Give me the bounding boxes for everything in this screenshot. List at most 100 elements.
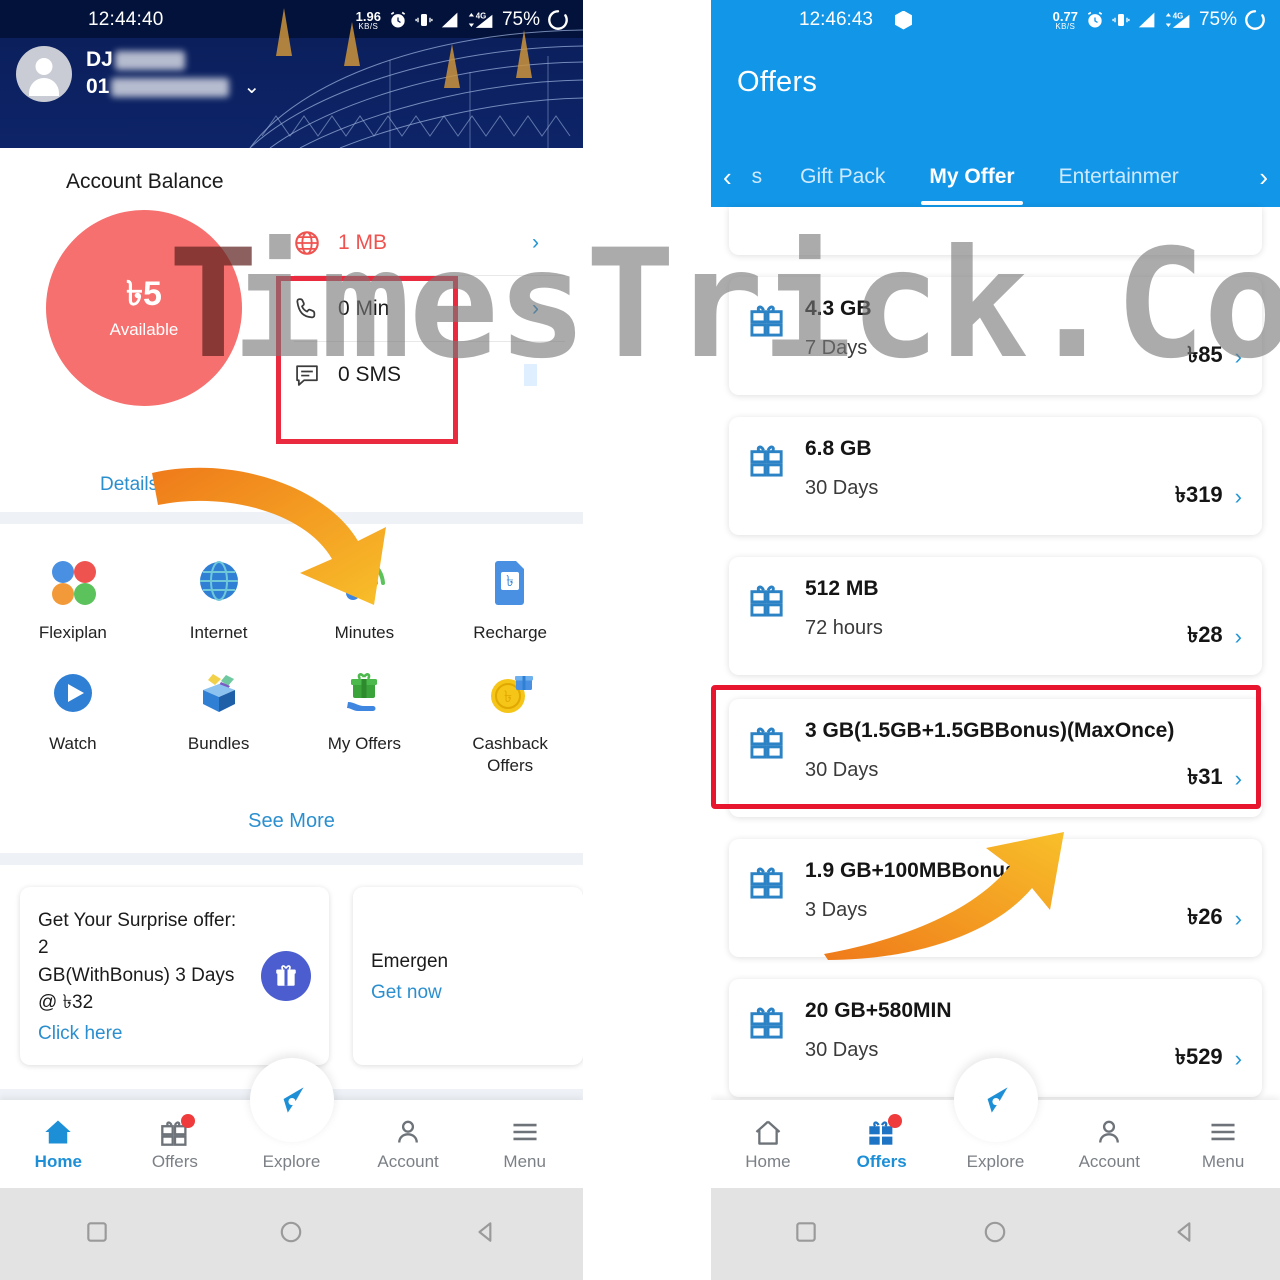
globe-blue-icon	[190, 554, 248, 612]
shortcut-grid: Flexiplan Internet Minutes ৳ Recharge Wa…	[0, 276, 583, 796]
shortcut-my-offers[interactable]: My Offers	[292, 657, 438, 790]
account-name-row: DJ	[86, 47, 260, 74]
back-triangle-icon[interactable]	[1172, 1219, 1198, 1250]
battery-circle-icon	[1245, 10, 1265, 30]
nav-item-offers[interactable]: Offers	[117, 1113, 234, 1172]
usage-row-data[interactable]: 1 MB ›	[290, 210, 565, 275]
balance-section-title: Account Balance	[66, 170, 224, 193]
offer-card[interactable]: 6.8 GB 30 Days ৳319 ›	[729, 417, 1262, 535]
tab-prev-arrow[interactable]: ‹	[711, 162, 744, 193]
nav-item-account[interactable]: Account	[350, 1117, 467, 1172]
square-icon[interactable]	[793, 1219, 819, 1250]
offer-card[interactable]: 4.3 GB 7 Days ৳85 ›	[729, 277, 1262, 395]
gift-grid-icon	[749, 863, 789, 904]
circle-icon[interactable]	[278, 1219, 304, 1250]
status-time: 12:46:43	[799, 9, 873, 30]
offer-price-group: ৳319 ›	[1175, 478, 1242, 515]
shortcut-cashback-offers[interactable]: ৳ Cashback Offers	[437, 657, 583, 790]
offer-card[interactable]: 512 MB 72 hours ৳28 ›	[729, 557, 1262, 675]
network-speed-indicator: 1.96 KB/S	[355, 8, 381, 31]
shortcut-watch[interactable]: Watch	[0, 657, 146, 790]
shortcut-label: Internet	[189, 623, 248, 642]
section-divider	[0, 512, 583, 524]
account-number: 01	[86, 75, 110, 98]
chevron-right-icon[interactable]: ›	[532, 231, 539, 255]
offer-title: 4.3 GB	[805, 297, 872, 320]
account-text: DJ 01 ⌄	[86, 47, 260, 101]
offer-price-group: ৳26 ›	[1187, 900, 1242, 937]
chevron-right-icon[interactable]: ›	[1235, 1046, 1242, 1072]
hamburger-icon	[1208, 1117, 1238, 1147]
gift-grid-icon	[160, 1113, 195, 1147]
shortcut-minutes[interactable]: Minutes	[292, 546, 438, 657]
nav-item-menu[interactable]: Menu	[466, 1117, 583, 1172]
shortcut-internet[interactable]: Internet	[146, 546, 292, 657]
hamburger-icon	[510, 1117, 540, 1147]
offer-text: 4.3 GB 7 Days	[805, 297, 1244, 360]
offer-price-group: ৳529 ›	[1175, 1040, 1242, 1077]
nav-label: Offers	[151, 1151, 198, 1171]
balance-details-link[interactable]: Details ›	[0, 464, 583, 496]
shortcut-label: Cashback Offers	[472, 734, 548, 775]
tab-next-arrow[interactable]: ›	[1247, 162, 1280, 193]
explore-fab[interactable]	[953, 1058, 1038, 1142]
offer-card-partial-top[interactable]	[729, 207, 1262, 255]
chevron-right-icon[interactable]: ›	[1235, 344, 1242, 370]
compass-icon	[987, 1087, 1008, 1113]
offer-card[interactable]: 1.9 GB+100MBBonus 3 Days ৳26 ›	[729, 839, 1262, 957]
left-system-nav	[0, 1188, 583, 1280]
offer-price: ৳28	[1187, 622, 1223, 647]
tab-my-offer[interactable]: My Offer	[921, 165, 1023, 205]
shortcut-flexiplan[interactable]: Flexiplan	[0, 546, 146, 657]
shortcut-label: Bundles	[187, 734, 250, 754]
tab-entertainment[interactable]: Entertainmer	[1051, 165, 1187, 189]
chevron-right-icon[interactable]: ›	[1235, 906, 1242, 932]
chevron-right-icon: ›	[163, 474, 170, 495]
network-speed-indicator: 0.77 KB/S	[1052, 8, 1078, 31]
offers-tabbar: ‹ s Gift Pack My Offer Entertainmer ›	[711, 147, 1280, 207]
promo-line2: GB(WithBonus) 3 Days @ ৳32	[38, 964, 235, 1014]
chevron-right-icon[interactable]: ›	[1235, 624, 1242, 650]
chevron-right-icon[interactable]: ›	[1235, 484, 1242, 510]
home-icon	[753, 1117, 783, 1147]
alarm-icon	[390, 11, 406, 28]
nav-item-account[interactable]: Account	[1052, 1117, 1166, 1172]
chevron-right-icon[interactable]: ›	[532, 297, 539, 321]
gift-icon	[261, 950, 311, 1001]
signal-icon	[441, 12, 458, 28]
signal-wifi-icon	[335, 554, 393, 612]
avatar[interactable]	[16, 46, 72, 102]
signal-4g-icon: 4G	[468, 11, 493, 28]
offers-header: 12:46:43 0.77 KB/S 4G 75% Offers ‹ s Gif…	[711, 0, 1280, 207]
offer-price-group: ৳28 ›	[1187, 618, 1242, 655]
balance-circle[interactable]: ৳5 Available	[46, 210, 242, 406]
see-more-link[interactable]: See More	[0, 796, 583, 853]
nav-label: Explore	[262, 1151, 321, 1171]
nav-item-home[interactable]: Home	[711, 1117, 825, 1172]
usage-value-data: 1 MB	[338, 230, 388, 254]
home-icon	[43, 1117, 73, 1147]
promo-link[interactable]: Get now	[371, 982, 448, 1004]
promo-card-emergency[interactable]: Emergen Get now	[353, 886, 583, 1065]
offer-price-group: ৳85 ›	[1187, 338, 1242, 375]
back-triangle-icon[interactable]	[473, 1219, 499, 1250]
shortcut-label: Watch	[49, 734, 97, 754]
gift-hand-icon	[335, 665, 393, 723]
promo-card-surprise-offer[interactable]: Get Your Surprise offer: 2 GB(WithBonus)…	[20, 886, 329, 1065]
explore-fab[interactable]	[249, 1058, 334, 1142]
account-name-redaction	[114, 51, 185, 71]
tab-gift-pack[interactable]: Gift Pack	[792, 165, 893, 189]
shortcut-bundles[interactable]: Bundles	[146, 657, 292, 790]
chevron-down-icon[interactable]: ⌄	[243, 75, 260, 101]
nav-item-menu[interactable]: Menu	[1166, 1117, 1280, 1172]
account-header[interactable]: DJ 01 ⌄	[0, 40, 583, 102]
nav-item-offers[interactable]: Offers	[825, 1113, 939, 1172]
shortcut-recharge[interactable]: ৳ Recharge	[437, 546, 583, 657]
tab-partial[interactable]: s	[744, 165, 771, 189]
hexagon-icon	[894, 10, 912, 30]
nav-label: Home	[34, 1151, 82, 1171]
nav-item-home[interactable]: Home	[0, 1117, 117, 1172]
circle-icon[interactable]	[982, 1219, 1008, 1250]
promo-link[interactable]: Click here	[38, 1023, 247, 1045]
square-icon[interactable]	[84, 1219, 110, 1250]
